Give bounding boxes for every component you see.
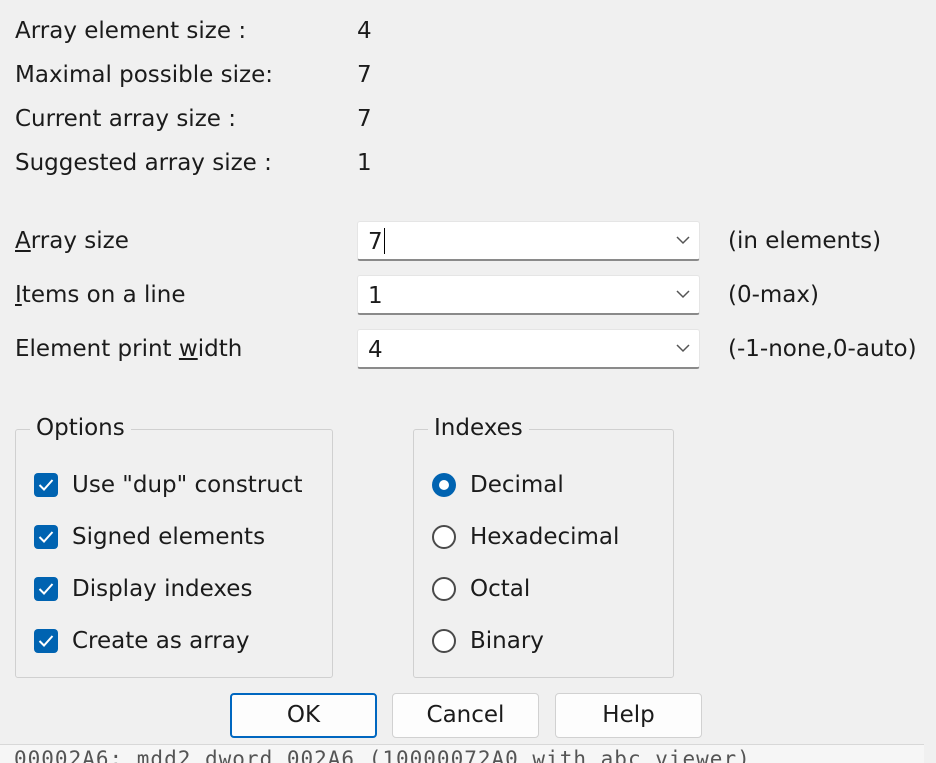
array-size-input[interactable]: 7 xyxy=(368,228,385,256)
indexes-group: Indexes Decimal Hexadecimal Octal Binary xyxy=(413,414,674,678)
background-disassembly-line: 00002A6: mdd2 dword 002A6 (10000072A0 wi… xyxy=(14,747,751,763)
element-size-value: 4 xyxy=(357,18,372,44)
print-width-input[interactable]: 4 xyxy=(368,336,383,364)
help-button[interactable]: Help xyxy=(555,693,702,738)
array-size-hint: (in elements) xyxy=(728,228,882,254)
checkbox-checked-icon[interactable] xyxy=(34,629,58,653)
ok-button[interactable]: OK xyxy=(230,693,377,738)
current-size-value: 7 xyxy=(357,106,372,132)
suggested-size-value: 1 xyxy=(357,150,372,176)
suggested-size-label: Suggested array size : xyxy=(15,150,272,176)
element-size-label: Array element size : xyxy=(15,18,247,44)
background-window-text: 00002A6: mdd2 dword 002A6 (10000072A0 wi… xyxy=(0,744,924,763)
checkbox-checked-icon[interactable] xyxy=(34,525,58,549)
items-per-line-input[interactable]: 1 xyxy=(368,282,383,310)
max-size-label: Maximal possible size: xyxy=(15,62,273,88)
index-label: Octal xyxy=(470,576,531,602)
chevron-down-icon[interactable] xyxy=(676,290,690,299)
current-size-label: Current array size : xyxy=(15,106,236,132)
print-width-hint: (-1-none,0-auto) xyxy=(728,336,917,362)
radio-selected-icon[interactable] xyxy=(432,473,456,497)
checkbox-checked-icon[interactable] xyxy=(34,473,58,497)
radio-unselected-icon[interactable] xyxy=(432,577,456,601)
array-dialog: Array element size : 4 Maximal possible … xyxy=(0,0,936,762)
index-label: Binary xyxy=(470,628,544,654)
option-label: Create as array xyxy=(72,628,250,654)
option-label: Use "dup" construct xyxy=(72,472,303,498)
array-size-combobox[interactable]: 7 xyxy=(357,221,700,261)
options-group-title: Options xyxy=(30,414,131,442)
print-width-combobox[interactable]: 4 xyxy=(357,329,700,369)
option-label: Display indexes xyxy=(72,576,253,602)
print-width-label: Element print width xyxy=(15,336,243,362)
max-size-value: 7 xyxy=(357,62,372,88)
chevron-down-icon[interactable] xyxy=(676,236,690,245)
array-size-label: Array size xyxy=(15,228,129,254)
checkbox-checked-icon[interactable] xyxy=(34,577,58,601)
index-label: Hexadecimal xyxy=(470,524,620,550)
cancel-button[interactable]: Cancel xyxy=(392,693,539,738)
items-per-line-label: Items on a line xyxy=(15,282,186,308)
radio-unselected-icon[interactable] xyxy=(432,629,456,653)
chevron-down-icon[interactable] xyxy=(676,344,690,353)
option-label: Signed elements xyxy=(72,524,266,550)
items-per-line-combobox[interactable]: 1 xyxy=(357,275,700,315)
items-per-line-hint: (0-max) xyxy=(728,282,819,308)
indexes-group-title: Indexes xyxy=(428,414,529,442)
text-cursor xyxy=(383,228,385,254)
dialog-frame-edge xyxy=(924,0,936,762)
radio-unselected-icon[interactable] xyxy=(432,525,456,549)
options-group: Options Use "dup" construct Signed eleme… xyxy=(15,414,333,678)
index-label: Decimal xyxy=(470,472,564,498)
